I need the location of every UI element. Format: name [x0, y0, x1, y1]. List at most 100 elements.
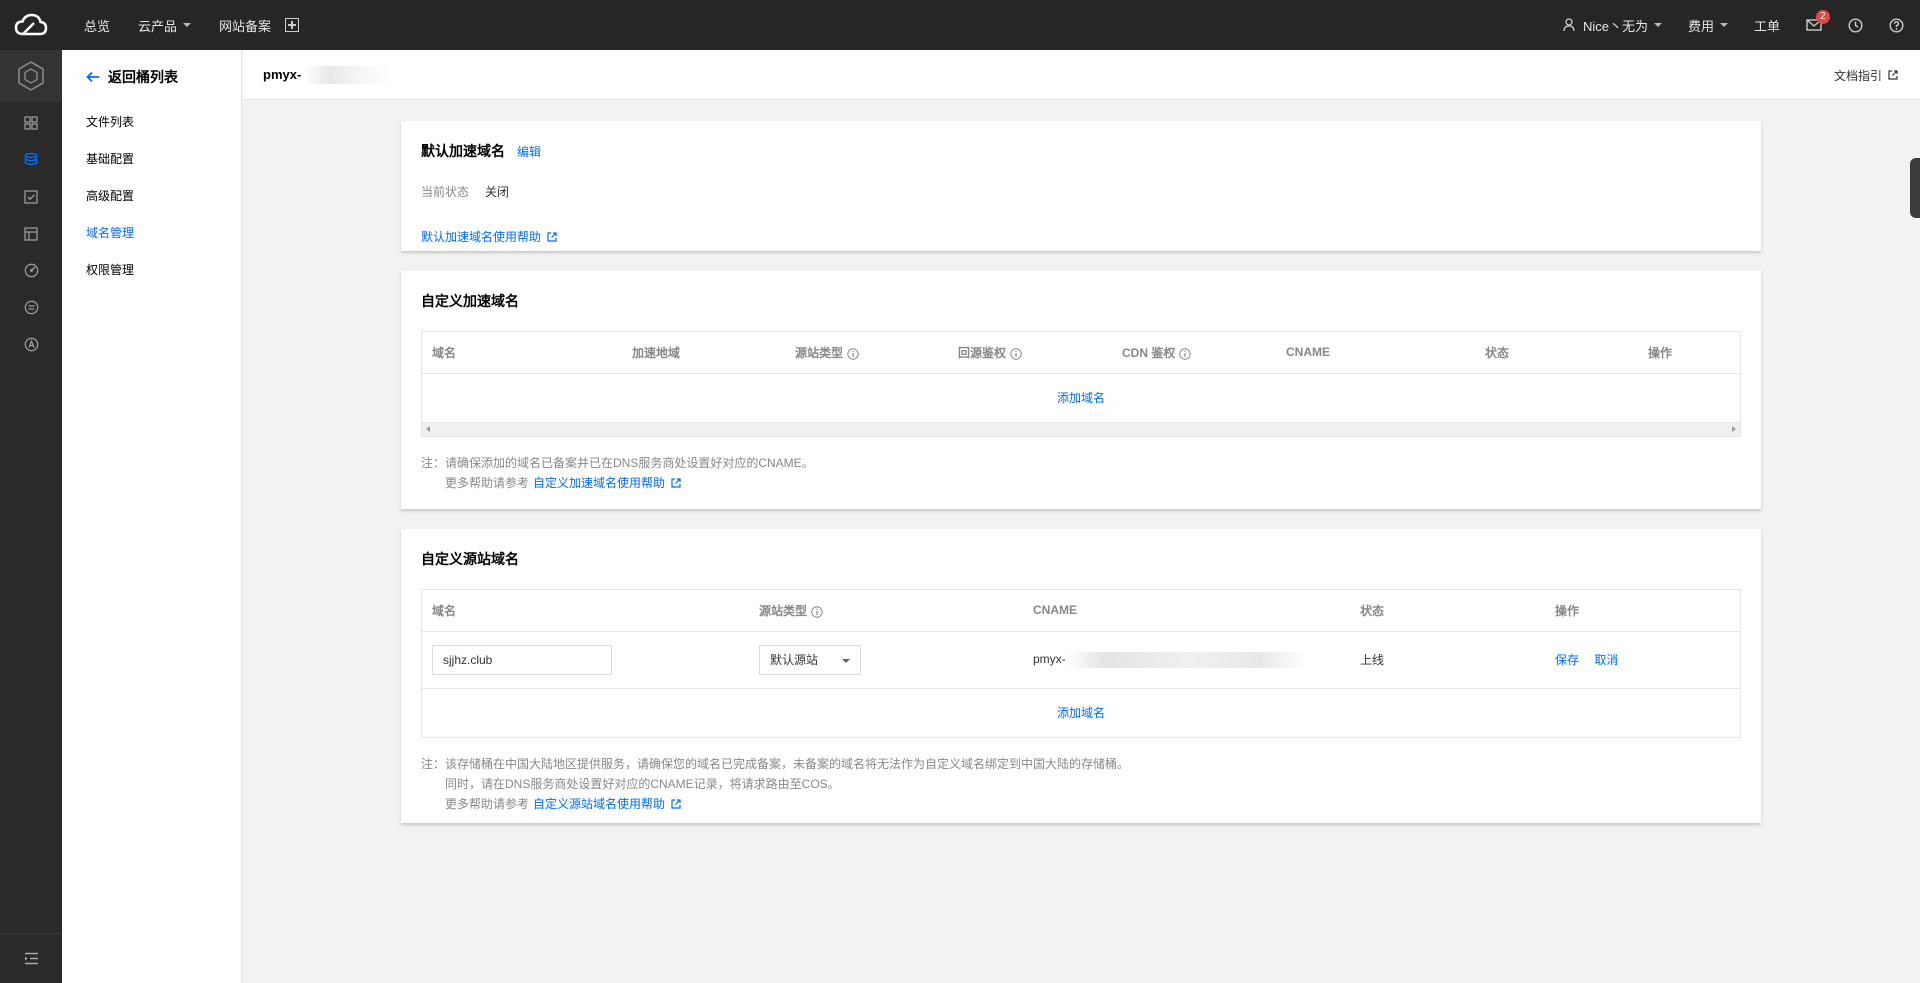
add-origin-domain-button[interactable]: 添加域名: [422, 689, 1740, 737]
sidebar-item-domain-management[interactable]: 域名管理: [62, 215, 241, 252]
external-link-icon: [671, 477, 681, 488]
save-button[interactable]: 保存: [1555, 653, 1579, 667]
nav-icp[interactable]: 网站备案: [219, 16, 271, 35]
horizontal-scrollbar[interactable]: [422, 421, 1740, 436]
nav-products[interactable]: 云产品: [138, 16, 192, 35]
collapse-menu-icon[interactable]: [0, 933, 62, 983]
cloud-logo-icon[interactable]: [0, 0, 62, 50]
cos-product-icon[interactable]: [0, 50, 62, 102]
add-cdn-domain-button[interactable]: 添加域名: [422, 374, 1740, 422]
section-title: 自定义源站域名: [421, 549, 1741, 569]
col-origin-auth: 回源鉴权: [948, 332, 1112, 374]
bucket-name-text: pmyx-: [263, 67, 302, 82]
col-label: CDN 鉴权: [1122, 345, 1176, 360]
main-content: 默认加速域名 编辑 当前状态 关闭 默认加速域名使用帮助 自定义加速域名 域名 加…: [243, 101, 1920, 983]
status-label: 当前状态: [421, 185, 470, 199]
domain-input[interactable]: [432, 644, 612, 675]
clock-icon: [1848, 17, 1863, 33]
inventory-icon[interactable]: [0, 215, 62, 252]
back-to-bucket-list[interactable]: 返回桶列表: [62, 50, 241, 104]
col-actions: 操作: [1638, 332, 1740, 374]
origin-type-value: 默认源站: [770, 653, 819, 667]
sidebar-item-basic-config[interactable]: 基础配置: [62, 141, 241, 178]
user-menu[interactable]: Nice丶无为: [1563, 16, 1662, 35]
mail-button[interactable]: 2: [1806, 10, 1830, 31]
default-domain-help-label: 默认加速域名使用帮助: [421, 230, 542, 244]
cname-text: pmyx-: [1033, 651, 1066, 666]
status-value: 关闭: [485, 185, 510, 199]
note-text: 更多帮助请参考: [445, 475, 530, 490]
cname-cell: pmyx-: [1023, 631, 1350, 689]
status-badge: 上线: [1360, 653, 1385, 667]
nav-overview[interactable]: 总览: [84, 16, 110, 35]
chevron-down-icon: [1719, 23, 1728, 27]
custom-origin-title: 自定义源站域名: [421, 551, 519, 567]
col-label: 域名: [432, 603, 457, 618]
sidebar-item-files[interactable]: 文件列表: [62, 104, 241, 141]
sidebar-item-advanced-config[interactable]: 高级配置: [62, 178, 241, 215]
col-cdn-auth: CDN 鉴权: [1112, 332, 1276, 374]
doc-guide-link[interactable]: 文档指引: [1834, 50, 1898, 100]
cdn-domain-table: 域名 加速地域 源站类型 回源鉴权 CDN 鉴权 CNAME 状态 操作 添加域…: [421, 331, 1741, 437]
col-label: 加速地域: [632, 345, 681, 360]
origin-help-link[interactable]: 自定义源站域名使用帮助: [533, 794, 665, 814]
col-actions: 操作: [1545, 590, 1740, 632]
tools-circle-icon[interactable]: [0, 326, 62, 363]
col-label: 回源鉴权: [958, 345, 1007, 360]
section-title: 自定义加速域名: [421, 291, 1741, 311]
redacted-mask: [303, 65, 392, 84]
add-shortcut-icon[interactable]: [285, 18, 300, 32]
col-domain: 域名: [422, 332, 622, 374]
origin-type-select[interactable]: 默认源站: [759, 644, 861, 675]
origin-domain-table: 域名 源站类型 CNAME 状态 操作 默认源站: [421, 589, 1741, 738]
col-domain: 域名: [422, 590, 749, 632]
col-origin-type: 源站类型: [785, 332, 948, 374]
history-button[interactable]: [1848, 17, 1863, 33]
list-circle-icon[interactable]: [0, 289, 62, 326]
content-header: pmyx- 文档指引: [243, 50, 1920, 100]
info-icon[interactable]: [811, 605, 823, 618]
edit-button[interactable]: 编辑: [517, 143, 541, 160]
mail-badge: 2: [1816, 10, 1830, 24]
status-cell: 上线: [1350, 631, 1545, 689]
monitor-icon[interactable]: [0, 252, 62, 289]
table-row: 默认源站 pmyx- 上线 保存 取消: [422, 631, 1740, 689]
scroll-left-icon[interactable]: [426, 426, 430, 432]
info-icon[interactable]: [1010, 347, 1022, 360]
cancel-button[interactable]: 取消: [1594, 653, 1618, 667]
custom-origin-domain-card: 自定义源站域名 域名 源站类型 CNAME 状态 操作 sjjhz.club 默…: [401, 529, 1761, 823]
table-header-row: 域名 加速地域 源站类型 回源鉴权 CDN 鉴权 CNAME 状态 操作: [422, 332, 1740, 374]
billing-menu[interactable]: 费用: [1688, 16, 1728, 35]
top-right-menu: Nice丶无为 费用 工单 2: [1537, 0, 1920, 50]
section-title: 默认加速域名 编辑: [421, 141, 1741, 161]
help-icon: [1889, 17, 1904, 33]
info-icon[interactable]: [847, 347, 859, 360]
ticket-link[interactable]: 工单: [1754, 16, 1780, 35]
nav-products-label: 云产品: [138, 18, 178, 34]
doc-guide-label: 文档指引: [1833, 68, 1882, 83]
top-nav: 总览 云产品 网站备案: [84, 0, 300, 50]
user-name: Nice丶无为: [1582, 18, 1648, 34]
origin-note: 注：该存储桶在中国大陆地区提供服务，请确保您的域名已完成备案，未备案的域名将无法…: [421, 754, 1741, 814]
note-line: 更多帮助请参考 自定义源站域名使用帮助: [421, 794, 1741, 814]
default-domain-title: 默认加速域名: [421, 143, 505, 159]
origin-type-cell: 默认源站: [749, 631, 1023, 689]
bucket-icon[interactable]: [0, 141, 62, 178]
default-domain-help-link[interactable]: 默认加速域名使用帮助: [421, 228, 1741, 245]
help-button[interactable]: [1889, 17, 1904, 33]
dashboard-icon[interactable]: [0, 104, 62, 141]
cdn-note: 注：请确保添加的域名已备案并已在DNS服务商处设置好对应的CNAME。 更多帮助…: [421, 453, 1741, 493]
note-line: 注：请确保添加的域名已备案并已在DNS服务商处设置好对应的CNAME。: [421, 455, 814, 470]
scroll-right-icon[interactable]: [1732, 426, 1736, 432]
redacted-mask: [1067, 651, 1308, 668]
col-origin-type: 源站类型: [749, 590, 1023, 632]
chevron-down-icon: [1653, 23, 1662, 27]
col-region: 加速地域: [622, 332, 785, 374]
user-icon: [1563, 18, 1575, 32]
cdn-help-link[interactable]: 自定义加速域名使用帮助: [533, 473, 665, 493]
col-label: CNAME: [1286, 345, 1330, 360]
info-icon[interactable]: [1179, 347, 1192, 360]
task-check-icon[interactable]: [0, 178, 62, 215]
sidebar-item-permission-management[interactable]: 权限管理: [62, 252, 241, 289]
page-title: pmyx-: [263, 65, 392, 84]
